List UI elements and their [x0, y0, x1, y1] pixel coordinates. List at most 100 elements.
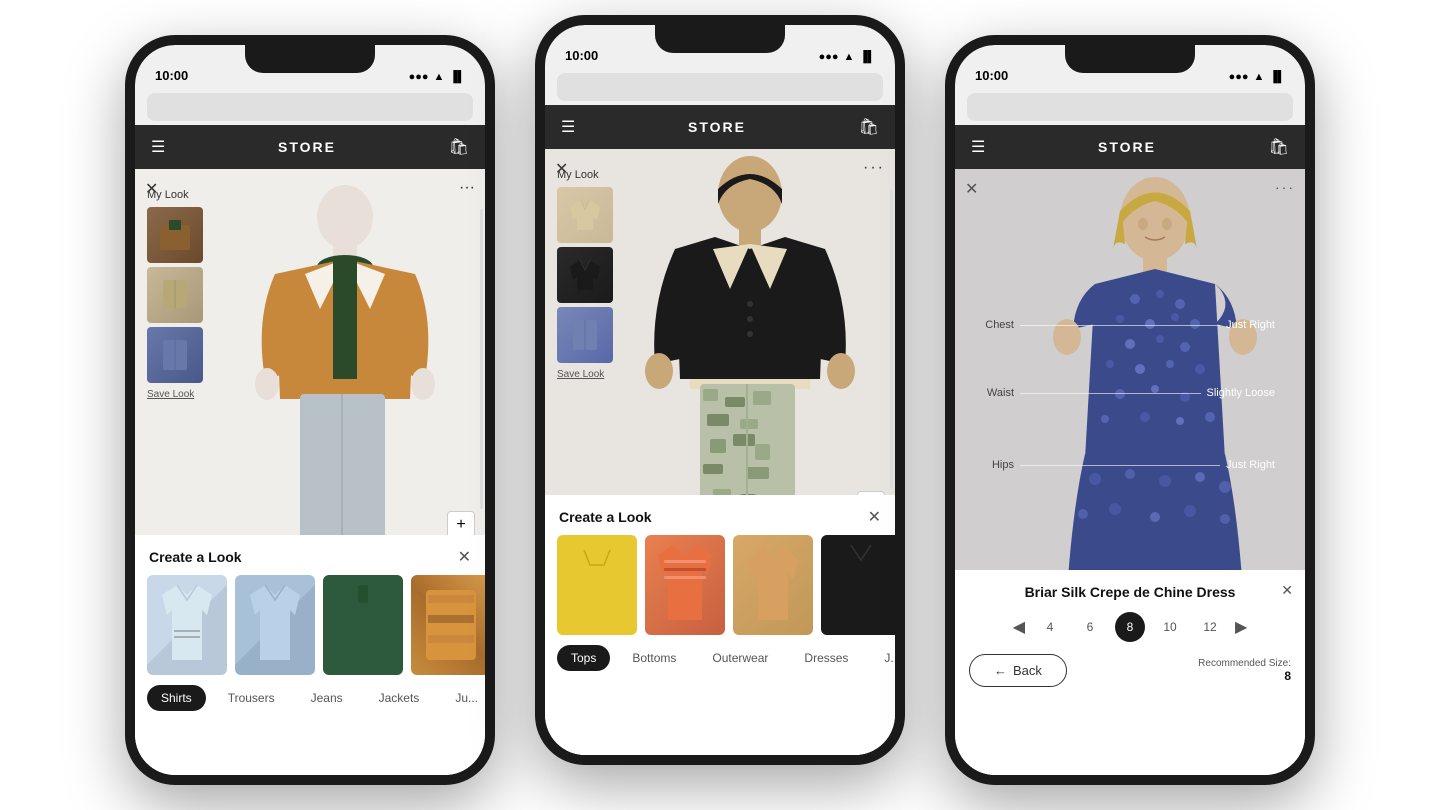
battery-icon: ▐▌: [449, 71, 465, 83]
clothing-item[interactable]: [235, 575, 315, 675]
menu-icon[interactable]: ☰: [971, 137, 985, 157]
status-icons: ●●● ▲ ▐▌: [1229, 71, 1285, 83]
chest-label: Chest: [955, 319, 1020, 331]
create-look-title: Create a Look: [559, 509, 652, 525]
category-tabs: Shirts Trousers Jeans Jackets Ju...: [135, 675, 485, 721]
category-bottoms[interactable]: Bottoms: [618, 645, 690, 671]
size-option-4[interactable]: 4: [1035, 612, 1065, 642]
search-bar[interactable]: [967, 93, 1293, 121]
size-option-12[interactable]: 12: [1195, 612, 1225, 642]
volume-button: [945, 205, 947, 255]
hips-fit-row: Hips Just Right: [955, 459, 1305, 471]
look-thumbnail-jeans2[interactable]: [557, 307, 613, 363]
back-label: Back: [1013, 663, 1042, 678]
look-thumbnail-pants[interactable]: [147, 267, 203, 323]
content-area: ✕ ···: [955, 169, 1305, 775]
create-look-title: Create a Look: [149, 549, 242, 565]
close-button[interactable]: ✕: [965, 179, 978, 199]
back-button[interactable]: ← Back: [969, 654, 1067, 687]
hips-value: Just Right: [1226, 459, 1275, 471]
my-look-label: My Look: [557, 169, 637, 181]
create-look-close-button[interactable]: ✕: [868, 507, 881, 527]
category-tabs: Tops Bottoms Outerwear Dresses J...: [545, 635, 895, 681]
phone-3-frame: 10:00 ●●● ▲ ▐▌ ☰ STORE 🛍: [945, 35, 1315, 785]
recommended-label: Recommended Size:: [1198, 658, 1291, 669]
nav-title: STORE: [278, 139, 336, 155]
clothing-grid: [135, 575, 485, 675]
power-button: [903, 155, 905, 225]
status-time: 10:00: [565, 48, 598, 63]
category-dresses[interactable]: Dresses: [790, 645, 862, 671]
create-look-header: Create a Look ✕: [135, 535, 485, 575]
clothing-item[interactable]: [411, 575, 485, 675]
menu-icon[interactable]: ☰: [151, 137, 165, 157]
look-thumbnail-jacket[interactable]: [147, 207, 203, 263]
chest-fit-row: Chest Just Right: [955, 319, 1305, 331]
signal-icon: ●●●: [1229, 71, 1249, 83]
product-panel-close[interactable]: ✕: [1281, 582, 1293, 599]
category-outerwear[interactable]: Outerwear: [698, 645, 782, 671]
clothing-item[interactable]: [323, 575, 403, 675]
my-look-label: My Look: [147, 189, 237, 201]
size-option-8[interactable]: 8: [1115, 612, 1145, 642]
clothing-item[interactable]: [147, 575, 227, 675]
size-option-6[interactable]: 6: [1075, 612, 1105, 642]
create-look-panel: Create a Look ✕: [545, 495, 895, 755]
search-bar-area: [135, 89, 485, 125]
category-shirts[interactable]: Shirts: [147, 685, 206, 711]
volume-button: [535, 185, 537, 235]
status-icons: ●●● ▲ ▐▌: [819, 51, 875, 63]
content-area: ✕ ··· My Look Save L: [135, 169, 485, 775]
clothing-item[interactable]: [821, 535, 895, 635]
product-name: Briar Silk Crepe de Chine Dress: [969, 584, 1291, 600]
power-button: [1313, 175, 1315, 245]
status-time: 10:00: [155, 68, 188, 83]
save-look-button[interactable]: Save Look: [557, 369, 637, 380]
category-more2[interactable]: J...: [870, 645, 895, 671]
menu-icon[interactable]: ☰: [561, 117, 575, 137]
bag-icon[interactable]: 🛍: [859, 117, 879, 137]
search-bar-area: [955, 89, 1305, 125]
back-btn-row: ← Back Recommended Size: 8: [969, 654, 1291, 687]
scroll-bar[interactable]: [480, 209, 483, 509]
clothing-item[interactable]: [645, 535, 725, 635]
more-button[interactable]: ···: [1275, 179, 1295, 195]
clothing-item[interactable]: [733, 535, 813, 635]
search-bar[interactable]: [557, 73, 883, 101]
search-bar[interactable]: [147, 93, 473, 121]
size-option-10[interactable]: 10: [1155, 612, 1185, 642]
wifi-icon: ▲: [844, 51, 855, 63]
phone-1-frame: 10:00 ●●● ▲ ▐▌ ☰ STORE 🛍: [125, 35, 495, 785]
category-more[interactable]: Ju...: [441, 685, 485, 711]
battery-icon: ▐▌: [1269, 71, 1285, 83]
phone-2-screen: 10:00 ●●● ▲ ▐▌ ☰ STORE 🛍: [545, 25, 895, 755]
category-jeans[interactable]: Jeans: [297, 685, 357, 711]
product-panel: ✕ Briar Silk Crepe de Chine Dress ◀ 4 6 …: [955, 570, 1305, 775]
clothing-item[interactable]: [557, 535, 637, 635]
avatar-area: ✕ ··· My Look Save L: [545, 149, 895, 529]
back-arrow-icon: ←: [994, 663, 1007, 678]
look-thumbnail-jeans[interactable]: [147, 327, 203, 383]
more-button[interactable]: ···: [459, 179, 475, 197]
bag-icon[interactable]: 🛍: [1269, 137, 1289, 157]
chest-line: [1020, 325, 1220, 326]
status-icons: ●●● ▲ ▐▌: [409, 71, 465, 83]
category-jackets[interactable]: Jackets: [365, 685, 434, 711]
chest-value: Just Right: [1226, 319, 1275, 331]
battery-icon: ▐▌: [859, 51, 875, 63]
bag-icon[interactable]: 🛍: [449, 137, 469, 157]
save-look-button[interactable]: Save Look: [147, 389, 237, 400]
create-look-close-button[interactable]: ✕: [458, 547, 471, 567]
look-thumbnail-jacket2[interactable]: [557, 247, 613, 303]
waist-fit-row: Waist Slightly Loose: [955, 387, 1305, 399]
nav-title: STORE: [1098, 139, 1156, 155]
avatar-area: ✕ ···: [955, 169, 1305, 629]
scroll-bar[interactable]: [890, 189, 893, 489]
size-prev-arrow[interactable]: ◀: [1013, 617, 1025, 637]
dress-avatar: [1015, 169, 1305, 629]
category-tops[interactable]: Tops: [557, 645, 610, 671]
size-next-arrow[interactable]: ▶: [1235, 617, 1247, 637]
look-thumbnail-top[interactable]: [557, 187, 613, 243]
category-trousers[interactable]: Trousers: [214, 685, 289, 711]
phone-1: 10:00 ●●● ▲ ▐▌ ☰ STORE 🛍: [125, 35, 495, 785]
